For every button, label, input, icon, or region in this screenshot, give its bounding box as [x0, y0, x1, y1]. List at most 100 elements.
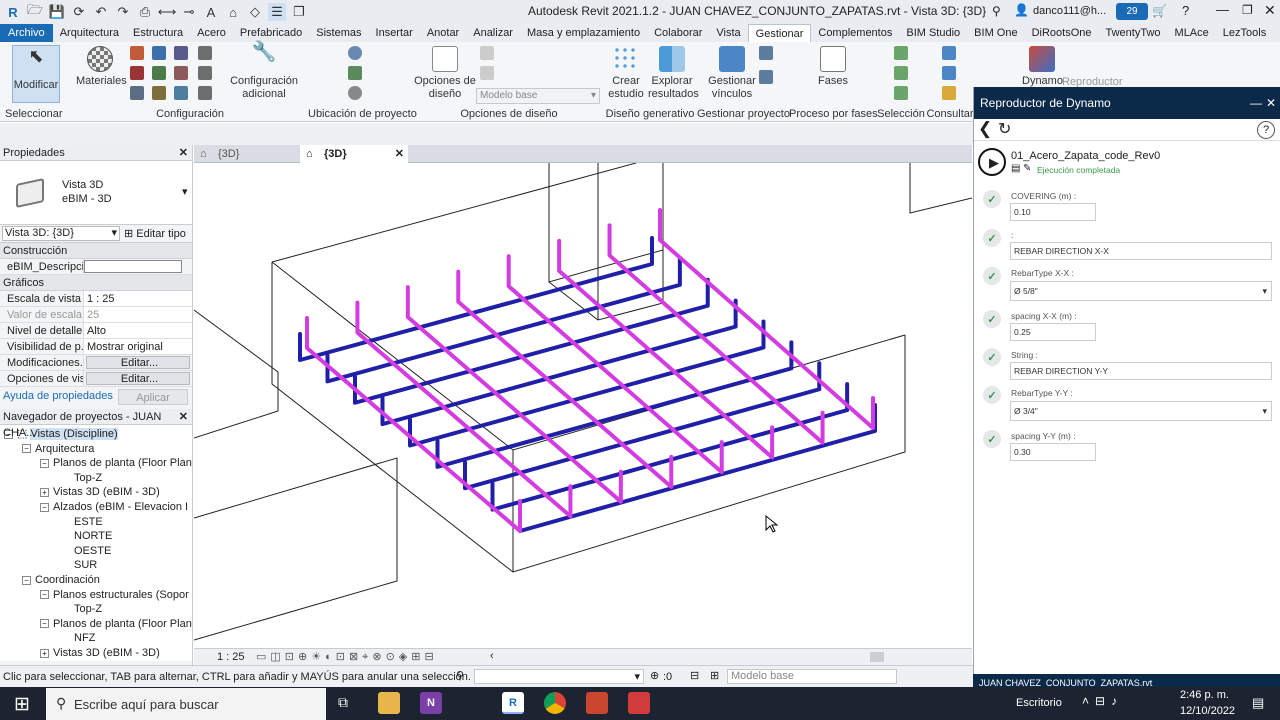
undo-icon[interactable]: ↶ [92, 3, 110, 21]
recorder-icon[interactable] [628, 692, 650, 714]
tab-masa-y-emplazamiento[interactable]: Masa y emplazamiento [520, 24, 647, 42]
tree-item[interactable]: Top-Z [0, 471, 192, 486]
graphic-display-edit-button[interactable]: Editar... [86, 372, 190, 385]
tab-anotar[interactable]: Anotar [420, 24, 466, 42]
revit-taskbar-icon[interactable]: R [502, 692, 524, 714]
3d-scene[interactable] [194, 163, 972, 648]
tray-icons[interactable]: ˄⊟♪ [1082, 694, 1123, 708]
direction-y-input[interactable]: REBAR DIRECTION Y-Y [1010, 362, 1272, 380]
view-controls-icons[interactable]: ▭◫⊡⊕☀◐⊡⊠⌖⊗⊙◈⊞⊟ [256, 650, 438, 664]
file-explorer-icon[interactable] [378, 692, 400, 714]
collapse-icon[interactable]: − [40, 590, 49, 600]
collapse-icon[interactable]: − [22, 575, 31, 585]
location-icon[interactable] [348, 46, 362, 60]
tree-item[interactable]: − Planos estructurales (Sopor [0, 588, 192, 603]
script-name[interactable]: 01_Acero_Zapata_code_Rev0 [1011, 150, 1160, 162]
purge-icon[interactable] [174, 66, 188, 80]
save-icon[interactable]: 💾 [48, 3, 66, 21]
tree-item[interactable]: − Alzados (eBIM - Elevacion I [0, 500, 192, 515]
tree-item[interactable]: SUR [0, 558, 192, 573]
onenote-icon[interactable]: N [420, 692, 442, 714]
user-name[interactable]: danco111@h... [1033, 5, 1106, 17]
object-styles-icon[interactable] [130, 46, 144, 60]
run-button[interactable]: ▶ [978, 148, 1006, 176]
tab-analizar[interactable]: Analizar [466, 24, 520, 42]
minimize-icon[interactable]: — [1216, 2, 1229, 17]
view-scale[interactable]: 1 : 25 [217, 651, 245, 663]
desktop-label[interactable]: Escritorio [1016, 697, 1062, 709]
filter-icon[interactable]: ⊕ [650, 669, 659, 682]
design-option-dropdown[interactable]: Modelo base [727, 669, 897, 684]
ids-icon[interactable] [942, 46, 956, 60]
tree-item[interactable]: NORTE [0, 529, 192, 544]
view-selector[interactable]: Vista 3D: {3D} ▾ [2, 226, 120, 241]
mep-settings-icon[interactable] [198, 46, 212, 60]
detail-level-value[interactable]: Alto [84, 323, 192, 338]
tree-item[interactable]: + Vistas 3D (eBIM - 3D) [0, 485, 192, 500]
shared-params-icon[interactable] [152, 66, 166, 80]
additional-settings-button[interactable]: 🔧 Configuración adicional [224, 42, 304, 101]
tab-dirootsone[interactable]: DiRootsOne [1025, 24, 1099, 42]
tab-bim-studio[interactable]: BIM Studio [899, 24, 967, 42]
tab-colaborar[interactable]: Colaborar [647, 24, 709, 42]
spacing-x-input[interactable]: 0.25 [1010, 323, 1096, 341]
close-icon[interactable]: ✕ [1266, 87, 1276, 119]
tree-item[interactable]: − Arquitectura [0, 442, 192, 457]
direction-x-input[interactable]: REBAR DIRECTION X-X [1010, 242, 1272, 260]
snaps-icon[interactable] [130, 66, 144, 80]
type-selector[interactable]: Vista 3D eBIM - 3D ▾ [0, 161, 192, 225]
close-properties-icon[interactable]: ✕ [179, 145, 188, 161]
tab-sistemas[interactable]: Sistemas [309, 24, 368, 42]
task-view-icon[interactable]: ⧉ [338, 694, 348, 711]
switch-windows-icon[interactable]: ❐ [290, 3, 308, 21]
binoculars-icon[interactable]: ⚲ [992, 4, 1001, 18]
project-info-icon[interactable] [130, 86, 144, 100]
tab-arquitectura[interactable]: Arquitectura [53, 24, 126, 42]
section-icon[interactable]: ◇ [246, 3, 264, 21]
clock-date[interactable]: 12/10/2022 [1180, 705, 1235, 717]
ribbon-options-icon[interactable]: ⊡▾ [1273, 24, 1280, 42]
line-styles-icon[interactable] [198, 86, 212, 100]
vg-overrides-edit-button[interactable]: Editar... [86, 356, 190, 369]
rebar-type-x-select[interactable]: Ø 5/8" ▾ [1010, 281, 1272, 301]
help-circle-icon[interactable]: ? [1257, 121, 1275, 139]
design-options-button[interactable]: Opciones de diseño [414, 46, 476, 101]
tab-complementos[interactable]: Complementos [811, 24, 899, 42]
3d-view-icon[interactable]: ⌂ [224, 3, 242, 21]
tree-item[interactable]: NFZ [0, 631, 192, 646]
collapse-icon[interactable]: − [40, 619, 49, 629]
dynamo-button[interactable]: Dynamo [1022, 46, 1063, 87]
close-icon[interactable]: ✕ [1264, 2, 1276, 19]
close-tab-icon[interactable]: ✕ [395, 145, 404, 163]
create-study-button[interactable]: Crear estudio [606, 46, 646, 101]
tab-leztools[interactable]: LezTools [1216, 24, 1273, 42]
tab-bim-one[interactable]: BIM One [967, 24, 1024, 42]
back-arrow-icon[interactable]: ❮ [978, 119, 992, 139]
tab-archivo[interactable]: Archivo [0, 24, 53, 42]
tab-insertar[interactable]: Insertar [369, 24, 420, 42]
view-scale-value[interactable]: 1 : 25 [84, 291, 192, 306]
tree-item[interactable]: OESTE [0, 544, 192, 559]
close-browser-icon[interactable]: ✕ [179, 409, 188, 425]
section-graphics[interactable]: Gráficos [0, 275, 192, 291]
measure-icon[interactable]: ⟷ [158, 3, 177, 21]
print-icon[interactable]: ⎙ [136, 3, 154, 21]
chevron-left-icon[interactable]: ‹ [490, 650, 494, 662]
chrome-icon[interactable] [544, 692, 566, 714]
properties-help-link[interactable]: Ayuda de propiedades [3, 390, 113, 402]
workset-dropdown[interactable]: ▾ [474, 669, 644, 684]
dimension-icon[interactable]: ⊸ [180, 3, 198, 21]
modify-button[interactable]: ⬉ Modificar [12, 45, 60, 103]
3d-viewport[interactable] [194, 163, 972, 648]
import-icon[interactable] [759, 46, 773, 60]
revit-logo-icon[interactable]: R [4, 3, 22, 21]
notification-badge[interactable]: 29 [1116, 3, 1148, 20]
tab-prefabricado[interactable]: Prefabricado [233, 24, 309, 42]
notifications-icon[interactable]: ▤ [1252, 695, 1264, 711]
collapse-icon[interactable]: − [40, 502, 49, 512]
transfer-standards-icon[interactable] [174, 46, 188, 60]
sync-icon[interactable]: ⟳ [70, 3, 88, 21]
edit-selection-icon[interactable] [894, 86, 908, 100]
collapse-icon[interactable]: − [40, 458, 49, 468]
tab-gestionar[interactable]: Gestionar [747, 24, 812, 42]
